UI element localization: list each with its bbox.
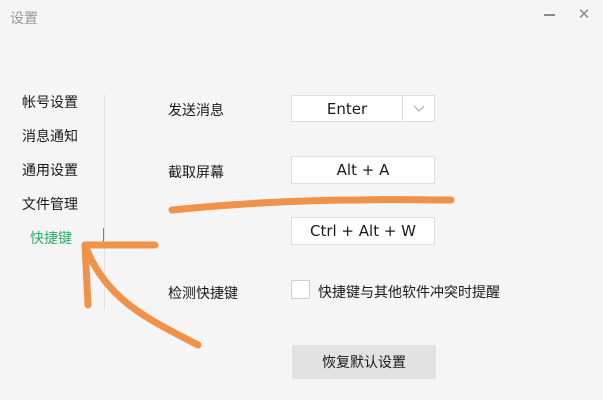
- minimize-icon[interactable]: [537, 4, 561, 24]
- detect-shortcut-label: 检测快捷键: [168, 286, 238, 302]
- sidebar-item-shortcuts[interactable]: 快捷键: [30, 228, 72, 248]
- conflict-checkbox-label[interactable]: 快捷键与其他软件冲突时提醒: [318, 282, 500, 302]
- send-message-value: Enter: [326, 99, 368, 118]
- sidebar-item-notifications[interactable]: 消息通知: [22, 126, 78, 146]
- sidebar-item-general[interactable]: 通用设置: [22, 160, 78, 180]
- screenshot-shortcut-field[interactable]: Alt + A: [291, 156, 435, 184]
- orange-underline-mark: [168, 196, 455, 214]
- reset-defaults-button[interactable]: 恢复默认设置: [292, 345, 436, 379]
- send-message-label: 发送消息: [168, 103, 224, 119]
- sidebar: 帐号设置 消息通知 通用设置 文件管理 快捷键: [0, 0, 115, 400]
- sidebar-divider: [104, 95, 105, 310]
- close-icon[interactable]: ✕: [572, 4, 596, 24]
- send-message-select[interactable]: Enter: [291, 95, 435, 122]
- sidebar-item-files[interactable]: 文件管理: [22, 194, 78, 214]
- sidebar-item-account[interactable]: 帐号设置: [22, 92, 78, 112]
- hidden-shortcut-field[interactable]: Ctrl + Alt + W: [291, 217, 435, 245]
- screenshot-label: 截取屏幕: [168, 165, 224, 181]
- chevron-down-icon[interactable]: [402, 96, 434, 121]
- conflict-checkbox[interactable]: [291, 280, 310, 299]
